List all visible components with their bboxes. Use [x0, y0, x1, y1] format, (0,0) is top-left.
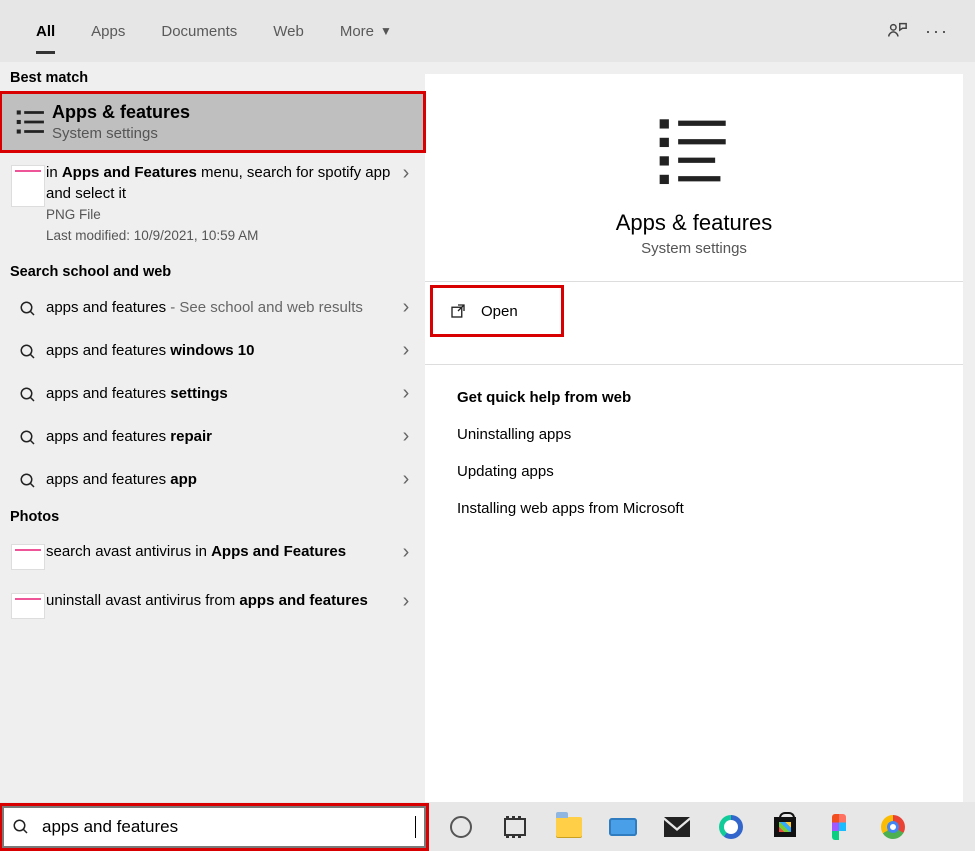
web-suggestion[interactable]: apps and features repair ›	[0, 415, 425, 458]
web-suggestion[interactable]: apps and features settings ›	[0, 372, 425, 415]
details-subtitle: System settings	[443, 240, 945, 257]
web-suggestion[interactable]: apps and features - See school and web r…	[0, 286, 425, 329]
search-icon	[10, 383, 46, 404]
best-match-result[interactable]: Apps & features System settings	[0, 92, 425, 152]
chevron-right-icon[interactable]: ›	[393, 590, 419, 613]
tab-web[interactable]: Web	[255, 0, 322, 62]
search-icon	[10, 469, 46, 490]
apps-features-icon	[10, 105, 52, 139]
photo-result[interactable]: uninstall avast antivirus from apps and …	[0, 580, 425, 629]
search-icon	[10, 340, 46, 361]
best-match-subtitle: System settings	[52, 125, 190, 142]
cortana-icon[interactable]	[444, 810, 478, 844]
taskbar	[0, 802, 975, 851]
search-icon	[10, 426, 46, 447]
photo-result-text: uninstall avast antivirus from apps and …	[46, 590, 393, 611]
web-suggestion-text: apps and features settings	[46, 383, 393, 404]
details-title: Apps & features	[443, 210, 945, 236]
chrome-browser-icon[interactable]	[876, 810, 910, 844]
section-search-web: Search school and web	[0, 256, 425, 286]
chevron-down-icon: ▼	[380, 24, 392, 38]
results-pane: Best match Apps & features System settin…	[0, 62, 425, 802]
photo-result[interactable]: search avast antivirus in Apps and Featu…	[0, 531, 425, 580]
file-result-title: in Apps and Features menu, search for sp…	[46, 162, 393, 204]
help-link[interactable]: Uninstalling apps	[425, 416, 963, 453]
chevron-right-icon[interactable]: ›	[393, 382, 419, 405]
tab-all[interactable]: All	[18, 0, 73, 62]
feedback-icon[interactable]	[877, 20, 917, 42]
open-button[interactable]: Open	[433, 288, 561, 334]
photo-thumbnail-icon	[10, 590, 46, 619]
chevron-right-icon[interactable]: ›	[393, 339, 419, 362]
file-result-modified: Last modified: 10/9/2021, 10:59 AM	[46, 227, 393, 246]
file-thumbnail-icon	[10, 162, 46, 207]
chevron-right-icon[interactable]: ›	[393, 162, 419, 185]
help-heading: Get quick help from web	[425, 365, 963, 416]
file-result-type: PNG File	[46, 206, 393, 225]
search-filter-tabs: All Apps Documents Web More ▼ ···	[0, 0, 975, 62]
tab-more[interactable]: More ▼	[322, 0, 410, 62]
section-photos: Photos	[0, 501, 425, 531]
web-suggestion-text: apps and features windows 10	[46, 340, 393, 361]
details-app-icon	[443, 102, 945, 204]
web-suggestion[interactable]: apps and features windows 10 ›	[0, 329, 425, 372]
help-link[interactable]: Updating apps	[425, 453, 963, 490]
tab-more-label: More	[340, 23, 374, 40]
tab-apps[interactable]: Apps	[73, 0, 143, 62]
open-label: Open	[481, 303, 518, 320]
tab-documents[interactable]: Documents	[143, 0, 255, 62]
web-suggestion-text: apps and features app	[46, 469, 393, 490]
figma-icon[interactable]	[822, 810, 856, 844]
section-best-match: Best match	[0, 62, 425, 92]
microsoft-store-icon[interactable]	[768, 810, 802, 844]
search-icon	[10, 297, 46, 318]
help-link[interactable]: Installing web apps from Microsoft	[425, 490, 963, 527]
taskbar-search-box[interactable]	[2, 806, 426, 848]
web-suggestion-text: apps and features - See school and web r…	[46, 297, 393, 318]
search-icon	[12, 818, 30, 836]
chevron-right-icon[interactable]: ›	[393, 541, 419, 564]
mail-icon[interactable]	[660, 810, 694, 844]
chevron-right-icon[interactable]: ›	[393, 468, 419, 491]
details-pane: Apps & features System settings Open Get…	[425, 74, 963, 802]
photo-result-text: search avast antivirus in Apps and Featu…	[46, 541, 393, 562]
best-match-title: Apps & features	[52, 102, 190, 123]
task-view-icon[interactable]	[498, 810, 532, 844]
photo-thumbnail-icon	[10, 541, 46, 570]
web-suggestion[interactable]: apps and features app ›	[0, 458, 425, 501]
chevron-right-icon[interactable]: ›	[393, 296, 419, 319]
web-suggestion-text: apps and features repair	[46, 426, 393, 447]
divider	[425, 281, 963, 282]
file-result[interactable]: in Apps and Features menu, search for sp…	[0, 152, 425, 256]
text-caret	[415, 816, 416, 838]
edge-browser-icon[interactable]	[714, 810, 748, 844]
chevron-right-icon[interactable]: ›	[393, 425, 419, 448]
file-explorer-icon[interactable]	[552, 810, 586, 844]
search-input[interactable]	[40, 816, 413, 838]
open-external-icon	[449, 302, 467, 320]
more-options-icon[interactable]: ···	[917, 21, 957, 42]
on-screen-keyboard-icon[interactable]	[606, 810, 640, 844]
